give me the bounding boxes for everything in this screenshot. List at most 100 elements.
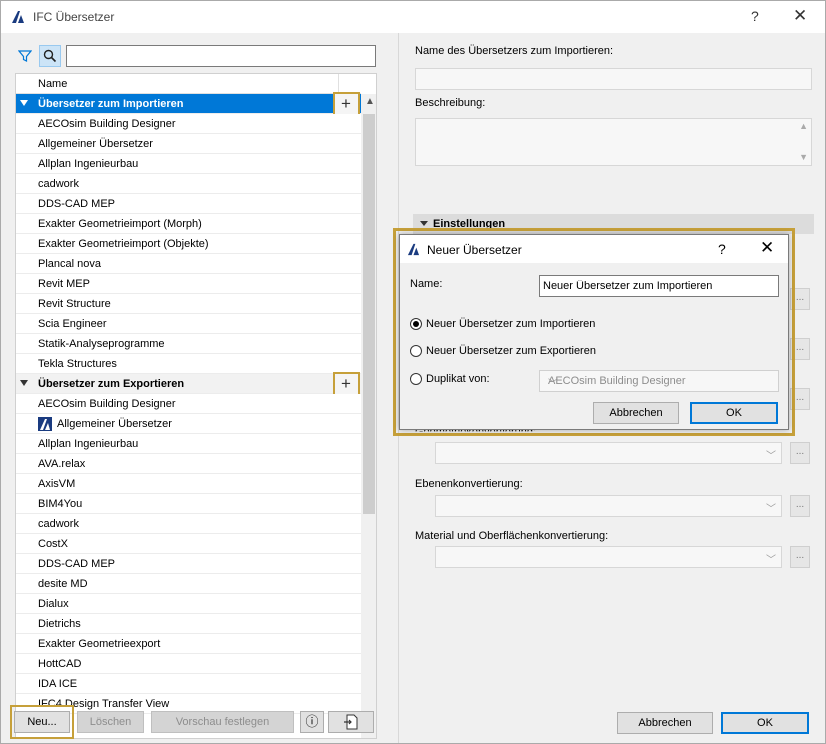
dialog-name-input[interactable] [539, 275, 779, 297]
list-item[interactable]: Revit MEP [16, 274, 361, 294]
new-button[interactable]: Neu... [14, 711, 70, 733]
dialog-help-icon[interactable]: ? [718, 241, 726, 257]
list-item[interactable]: BIM4You [16, 494, 361, 514]
list-item[interactable]: HottCAD [16, 654, 361, 674]
list-item-label: BIM4You [38, 498, 83, 510]
chevron-down-icon: ﹀ [548, 379, 558, 390]
radio-new-import-label[interactable]: Neuer Übersetzer zum Importieren [426, 318, 595, 330]
list-item-label: HottCAD [38, 658, 82, 670]
material-conversion-select[interactable]: ﹀ [435, 546, 782, 568]
search-icon [43, 49, 57, 63]
list-item[interactable]: desite MD [16, 574, 361, 594]
window-titlebar: IFC Übersetzer ? ✕ [1, 1, 825, 33]
archicad-app-icon [12, 11, 24, 23]
list-item-label: Allgemeiner Übersetzer [57, 418, 172, 430]
list-item[interactable]: CostX [16, 534, 361, 554]
list-item[interactable]: AECOsim Building Designer [16, 114, 361, 134]
search-input[interactable] [66, 45, 376, 67]
radio-new-import[interactable] [410, 318, 422, 330]
description-field[interactable]: ▲ ▼ [415, 118, 812, 166]
list-item-label: Exakter Geometrieexport [38, 638, 161, 650]
export-file-button[interactable] [328, 711, 374, 733]
expand-collapse-icon[interactable] [20, 380, 28, 386]
list-item-label: AVA.relax [38, 458, 86, 470]
ok-button[interactable]: OK [721, 712, 809, 734]
list-item[interactable]: cadwork [16, 174, 361, 194]
material-conversion-label: Material und Oberflächenkonvertierung: [415, 530, 609, 542]
dialog-ok-button[interactable]: OK [690, 402, 778, 424]
translator-name-field[interactable] [415, 68, 812, 90]
filter-icon[interactable] [18, 49, 32, 63]
list-item[interactable]: Tekla Structures [16, 354, 361, 374]
list-item[interactable]: Dietrichs [16, 614, 361, 634]
list-scrollbar[interactable]: ▲ ▼ [361, 94, 376, 738]
list-item[interactable]: DDS-CAD MEP [16, 554, 361, 574]
list-group-row[interactable]: Übersetzer zum Exportieren + [16, 372, 361, 396]
add-translator-button[interactable]: + [333, 92, 360, 116]
cancel-button[interactable]: Abbrechen [617, 712, 713, 734]
scroll-thumb[interactable] [363, 114, 375, 514]
translator-name-label: Name des Übersetzers zum Importieren: [415, 45, 614, 57]
list-item[interactable]: Allgemeiner Übersetzer [16, 414, 361, 434]
list-item[interactable]: Dialux [16, 594, 361, 614]
add-translator-button[interactable]: + [333, 372, 360, 396]
layer-conversion-dots-button[interactable]: ... [790, 495, 810, 517]
list-header[interactable]: Name [16, 74, 361, 94]
list-item[interactable]: Revit Structure [16, 294, 361, 314]
preview-button[interactable]: Vorschau festlegen [151, 711, 294, 733]
list-item-label: IDA ICE [38, 678, 78, 690]
list-item-label: AECOsim Building Designer [38, 398, 176, 410]
chevron-down-icon: ﹀ [766, 451, 776, 462]
description-scroll-down-icon[interactable]: ▼ [799, 152, 808, 162]
help-icon[interactable]: ? [751, 8, 759, 24]
list-item[interactable]: DDS-CAD MEP [16, 194, 361, 214]
list-item[interactable]: AxisVM [16, 474, 361, 494]
list-item[interactable]: Exakter Geometrieimport (Morph) [16, 214, 361, 234]
geometry-conversion-dots-button[interactable]: ... [790, 442, 810, 464]
ifc-translator-window: IFC Übersetzer ? ✕ Name Übersetzer zum I… [0, 0, 826, 744]
radio-duplicate[interactable] [410, 373, 422, 385]
list-item-label: DDS-CAD MEP [38, 558, 116, 570]
list-item-label: Plancal nova [38, 258, 101, 270]
translator-list-pane: Name Übersetzer zum Importieren + AECOsim … [2, 33, 389, 743]
expand-collapse-icon[interactable] [20, 100, 28, 106]
list-group-row[interactable]: Übersetzer zum Importieren + [16, 92, 361, 116]
dialog-close-icon[interactable]: ✕ [760, 238, 774, 258]
delete-button[interactable]: Löschen [77, 711, 144, 733]
scroll-up-icon[interactable]: ▲ [365, 96, 375, 107]
list-item[interactable]: IDA ICE [16, 674, 361, 694]
archicad-app-icon [407, 243, 420, 256]
description-scroll-up-icon[interactable]: ▲ [799, 121, 808, 131]
list-item-label: AxisVM [38, 478, 76, 490]
list-item[interactable]: Statik-Analyseprogramme [16, 334, 361, 354]
dialog-cancel-button[interactable]: Abbrechen [593, 402, 679, 424]
plus-icon: + [341, 374, 351, 393]
list-item[interactable]: cadwork [16, 514, 361, 534]
geometry-conversion-select[interactable]: ﹀ [435, 442, 782, 464]
radio-duplicate-label[interactable]: Duplikat von: [426, 373, 490, 385]
list-item[interactable]: Allplan Ingenieurbau [16, 154, 361, 174]
material-conversion-dots-button[interactable]: ... [790, 546, 810, 568]
list-item[interactable]: Exakter Geometrieexport [16, 634, 361, 654]
list-item-label: Revit Structure [38, 298, 111, 310]
duplicate-source-select[interactable]: AECOsim Building Designer ﹀ [539, 370, 779, 392]
chevron-down-icon: ﹀ [766, 555, 776, 566]
list-item[interactable]: Allplan Ingenieurbau [16, 434, 361, 454]
list-item[interactable]: AVA.relax [16, 454, 361, 474]
list-item[interactable]: AECOsim Building Designer [16, 394, 361, 414]
export-file-icon [344, 714, 358, 730]
list-item-label: Allplan Ingenieurbau [38, 158, 139, 170]
list-item-label: DDS-CAD MEP [38, 198, 116, 210]
list-item[interactable]: Allgemeiner Übersetzer [16, 134, 361, 154]
list-item[interactable]: Exakter Geometrieimport (Objekte) [16, 234, 361, 254]
radio-new-export[interactable] [410, 345, 422, 357]
layer-conversion-select[interactable]: ﹀ [435, 495, 782, 517]
list-item[interactable]: Plancal nova [16, 254, 361, 274]
list-item[interactable]: Scia Engineer [16, 314, 361, 334]
radio-new-export-label[interactable]: Neuer Übersetzer zum Exportieren [426, 345, 596, 357]
close-icon[interactable]: ✕ [793, 6, 807, 26]
info-button[interactable]: ⓘ [300, 711, 324, 733]
translator-list: Name Übersetzer zum Importieren + AECOsim … [15, 73, 377, 739]
dialog-name-label: Name: [410, 278, 443, 290]
search-toggle-button[interactable] [39, 45, 61, 67]
